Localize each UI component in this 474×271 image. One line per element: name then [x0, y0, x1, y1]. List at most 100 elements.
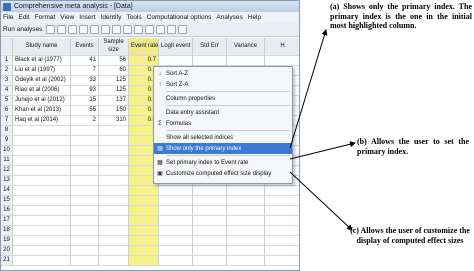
cell-variance[interactable] [227, 186, 265, 196]
cell-study-name[interactable] [13, 236, 71, 246]
cell-events[interactable] [71, 176, 99, 186]
sort-icon[interactable] [145, 25, 155, 34]
cell-logit-event[interactable] [159, 186, 193, 196]
cell-sample-size[interactable] [99, 256, 129, 266]
column-header-h[interactable]: H [265, 38, 299, 56]
menu-file[interactable]: File [3, 14, 13, 21]
row-number[interactable]: 21 [1, 256, 13, 266]
delete-row-icon[interactable] [134, 25, 144, 34]
row-number[interactable]: 8 [1, 126, 13, 136]
left-arrow-icon[interactable] [167, 25, 177, 34]
cell-h[interactable] [265, 226, 299, 236]
row-number[interactable]: 2 [1, 66, 13, 76]
cell-study-name[interactable] [13, 216, 71, 226]
cell-events[interactable] [71, 236, 99, 246]
cell-sample-size[interactable] [99, 186, 129, 196]
cell-logit-event[interactable] [159, 236, 193, 246]
cell-sample-size[interactable]: 60 [99, 66, 129, 76]
menu-identify[interactable]: Identify [101, 14, 122, 21]
cell-sample-size[interactable] [99, 166, 129, 176]
cell-sample-size[interactable] [99, 226, 129, 236]
cell-events[interactable] [71, 216, 99, 226]
menu-item-formulas[interactable]: Σ Formulas [154, 118, 292, 129]
menu-tools[interactable]: Tools [127, 14, 142, 21]
cell-events[interactable]: 41 [71, 56, 99, 66]
cell-events[interactable] [71, 136, 99, 146]
cell-std-err[interactable] [193, 246, 227, 256]
column-header-sample-size[interactable]: Sample size [99, 38, 129, 56]
cell-variance[interactable] [227, 206, 265, 216]
row-number[interactable]: 13 [1, 176, 13, 186]
cell-study-name[interactable]: Khan et al (2013) [13, 106, 71, 116]
cell-sample-size[interactable] [99, 236, 129, 246]
menu-item-data-entry-assistant[interactable]: Data entry assistant [154, 107, 292, 118]
row-number[interactable]: 14 [1, 186, 13, 196]
column-header-events[interactable]: Events [71, 38, 99, 56]
copy-icon[interactable] [101, 25, 111, 34]
paste-icon[interactable] [112, 25, 122, 34]
row-number[interactable]: 16 [1, 206, 13, 216]
row-number[interactable]: 1 [1, 56, 13, 66]
cell-event-rate[interactable]: 0.7 [129, 56, 159, 66]
cell-variance[interactable] [227, 56, 265, 66]
cell-variance[interactable] [227, 246, 265, 256]
cell-h[interactable] [265, 196, 299, 206]
save-icon[interactable] [79, 25, 89, 34]
cell-study-name[interactable] [13, 256, 71, 266]
menu-item-customize-display[interactable]: ▣ Customize computed effect size display [154, 168, 292, 179]
cell-h[interactable] [265, 246, 299, 256]
cell-h[interactable] [265, 56, 299, 66]
cell-sample-size[interactable]: 310 [99, 116, 129, 126]
cell-study-name[interactable]: Liu et al (1997) [13, 66, 71, 76]
cell-logit-event[interactable] [159, 246, 193, 256]
cell-events[interactable]: 33 [71, 76, 99, 86]
menu-item-show-primary-index[interactable]: ▤ Show only the primary index [154, 143, 292, 154]
menu-item-show-all-indices[interactable]: Show all selected indices [154, 132, 292, 143]
column-header-std-err[interactable]: Std Err [193, 38, 227, 56]
cell-study-name[interactable] [13, 226, 71, 236]
run-analyses-button[interactable]: Run analyses [3, 26, 42, 33]
cell-variance[interactable] [227, 256, 265, 266]
cell-h[interactable] [265, 256, 299, 266]
cell-events[interactable]: 15 [71, 96, 99, 106]
cell-sample-size[interactable]: 56 [99, 56, 129, 66]
cell-study-name[interactable] [13, 206, 71, 216]
cell-study-name[interactable]: Junejo et al (2012) [13, 96, 71, 106]
cell-sample-size[interactable] [99, 156, 129, 166]
cell-events[interactable] [71, 146, 99, 156]
cell-variance[interactable] [227, 196, 265, 206]
cell-logit-event[interactable] [159, 56, 193, 66]
row-number[interactable]: 12 [1, 166, 13, 176]
cell-logit-event[interactable] [159, 216, 193, 226]
cell-sample-size[interactable] [99, 246, 129, 256]
cell-study-name[interactable] [13, 176, 71, 186]
cell-std-err[interactable] [193, 196, 227, 206]
cell-std-err[interactable] [193, 206, 227, 216]
cell-events[interactable] [71, 196, 99, 206]
cell-h[interactable] [265, 236, 299, 246]
cell-logit-event[interactable] [159, 196, 193, 206]
row-number[interactable]: 7 [1, 116, 13, 126]
cell-events[interactable] [71, 166, 99, 176]
cell-study-name[interactable]: Gdeyik et al (2002) [13, 76, 71, 86]
menu-item-sort-za[interactable]: ↑ Sort Z-A [154, 79, 292, 90]
menu-item-column-properties[interactable]: Column properties [154, 93, 292, 104]
cell-std-err[interactable] [193, 186, 227, 196]
row-number[interactable]: 10 [1, 146, 13, 156]
cell-study-name[interactable]: Black et al (1977) [13, 56, 71, 66]
cell-event-rate[interactable] [129, 216, 159, 226]
cell-h[interactable] [265, 216, 299, 226]
row-number[interactable]: 17 [1, 216, 13, 226]
cell-std-err[interactable] [193, 256, 227, 266]
cell-study-name[interactable] [13, 166, 71, 176]
cell-sample-size[interactable] [99, 176, 129, 186]
cell-events[interactable] [71, 126, 99, 136]
cell-events[interactable] [71, 186, 99, 196]
menu-item-sort-az[interactable]: ↓ Sort A-Z [154, 68, 292, 79]
cell-events[interactable]: 55 [71, 106, 99, 116]
menu-analyses[interactable]: Analyses [216, 14, 242, 21]
cell-sample-size[interactable] [99, 206, 129, 216]
insert-row-icon[interactable] [123, 25, 133, 34]
menu-view[interactable]: View [60, 14, 74, 21]
cell-sample-size[interactable]: 137 [99, 96, 129, 106]
